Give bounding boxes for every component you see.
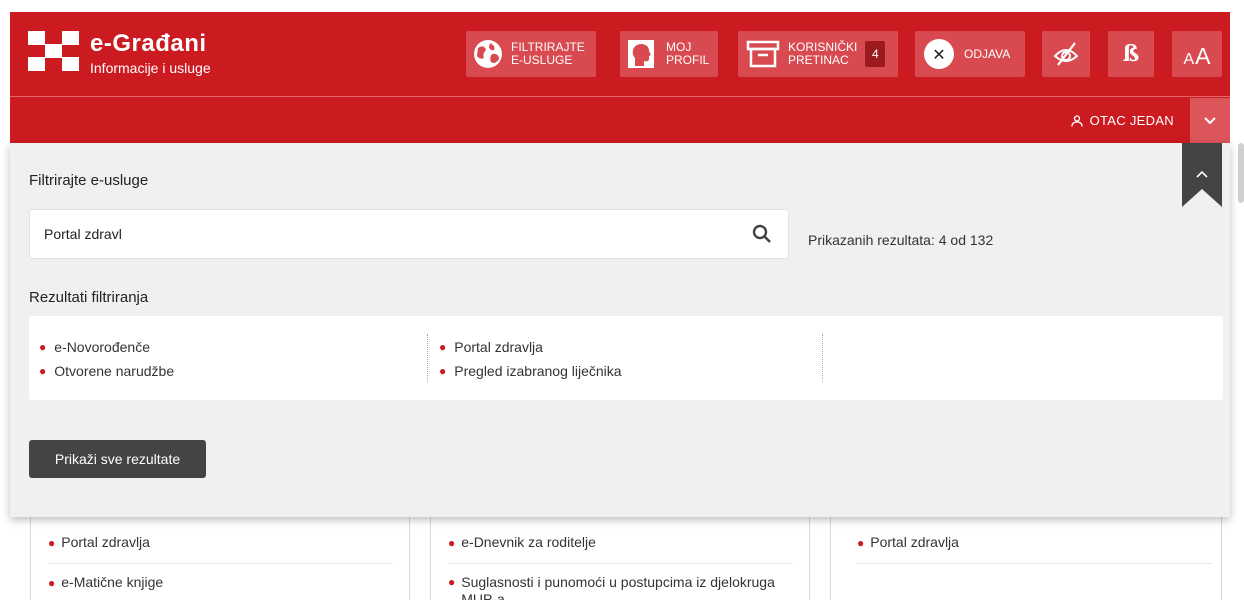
- font-size-button[interactable]: A A: [1172, 31, 1222, 77]
- search-box: [29, 209, 789, 259]
- list-item[interactable]: ● Portal zdravlja: [48, 530, 393, 564]
- font-size-small-label: A: [1183, 51, 1195, 68]
- filter-results-title: Rezultati filtriranja: [29, 289, 149, 306]
- logout-label: ODJAVA: [964, 46, 1011, 61]
- show-all-results-button[interactable]: Prikaži sve rezultate: [29, 440, 206, 478]
- dyslexia-font-icon: ß: [1122, 41, 1140, 67]
- visibility-toggle-button[interactable]: [1042, 31, 1090, 77]
- page-scrollbar[interactable]: [1238, 143, 1244, 203]
- list-item[interactable]: ● Portal zdravlja: [439, 335, 622, 359]
- user-inbox-button[interactable]: KORISNIČKI PRETINAC 4: [738, 31, 898, 77]
- checkerboard-logo-icon: [28, 31, 80, 71]
- profile-head-icon: [628, 40, 654, 68]
- globe-icon: [474, 40, 502, 68]
- list-item[interactable]: ● e-Matične knjige: [48, 570, 393, 600]
- list-item[interactable]: ● Otvorene narudžbe: [39, 359, 174, 383]
- column-divider: [427, 334, 428, 382]
- list-item[interactable]: ● Portal zdravlja: [857, 530, 1212, 564]
- logout-button[interactable]: ✕ ODJAVA: [915, 31, 1025, 77]
- user-name-label: OTAC JEDAN: [1089, 113, 1174, 128]
- user-inbox-label-2: PRETINAC: [788, 53, 849, 67]
- user-bar: OTAC JEDAN: [1070, 98, 1230, 143]
- filter-services-label-2: E-USLUGE: [511, 53, 573, 67]
- font-size-large-label: A: [1195, 43, 1211, 69]
- chevron-down-icon: [1204, 116, 1216, 124]
- inbox-count-badge: 4: [865, 41, 886, 67]
- eye-off-icon: [1053, 42, 1079, 66]
- results-column-2: ● Portal zdravlja ● Pregled izabranog lije…: [439, 335, 622, 383]
- my-profile-label-2: PROFIL: [666, 53, 710, 67]
- filter-panel: Filtrirajte e-usluge Prikazanih rezultat…: [10, 143, 1230, 517]
- filter-services-button[interactable]: FILTRIRAJTE E-USLUGE: [466, 31, 596, 77]
- result-count: Prikazanih rezultata: 4 od 132: [808, 232, 994, 248]
- user-icon: [1070, 114, 1083, 127]
- user-menu-toggle[interactable]: [1190, 98, 1230, 143]
- collapse-panel-button[interactable]: [1182, 143, 1222, 207]
- close-circle-icon: ✕: [924, 39, 954, 69]
- search-icon[interactable]: [752, 224, 772, 244]
- results-column-1: ● e-Novorođenče ● Otvorene narudžbe: [39, 335, 174, 383]
- user-account[interactable]: OTAC JEDAN: [1070, 113, 1174, 128]
- my-profile-button[interactable]: MOJ PROFIL: [620, 31, 718, 77]
- site-logo[interactable]: e-Građani Informacije i usluge: [28, 31, 211, 77]
- list-item[interactable]: ● e-Dnevnik za roditelje: [448, 530, 793, 564]
- dyslexic-font-button[interactable]: ß: [1108, 31, 1154, 77]
- list-item[interactable]: ● Pregled izabranog liječnika: [439, 359, 622, 383]
- site-subtitle: Informacije i usluge: [90, 60, 211, 76]
- filter-panel-title: Filtrirajte e-usluge: [29, 172, 149, 189]
- list-item[interactable]: ● Suglasnosti i punomoći u postupcima iz …: [448, 570, 793, 600]
- filter-results: ● e-Novorođenče ● Otvorene narudžbe ● Porta…: [29, 316, 1223, 400]
- site-header: e-Građani Informacije i usluge FILTRIRAJ…: [10, 12, 1230, 143]
- site-title: e-Građani: [90, 30, 207, 57]
- column-divider: [822, 334, 823, 382]
- list-item[interactable]: ● e-Novorođenče: [39, 335, 174, 359]
- search-input[interactable]: [44, 210, 724, 258]
- inbox-icon: [746, 40, 780, 68]
- header-top-bar: e-Građani Informacije i usluge FILTRIRAJ…: [10, 12, 1230, 97]
